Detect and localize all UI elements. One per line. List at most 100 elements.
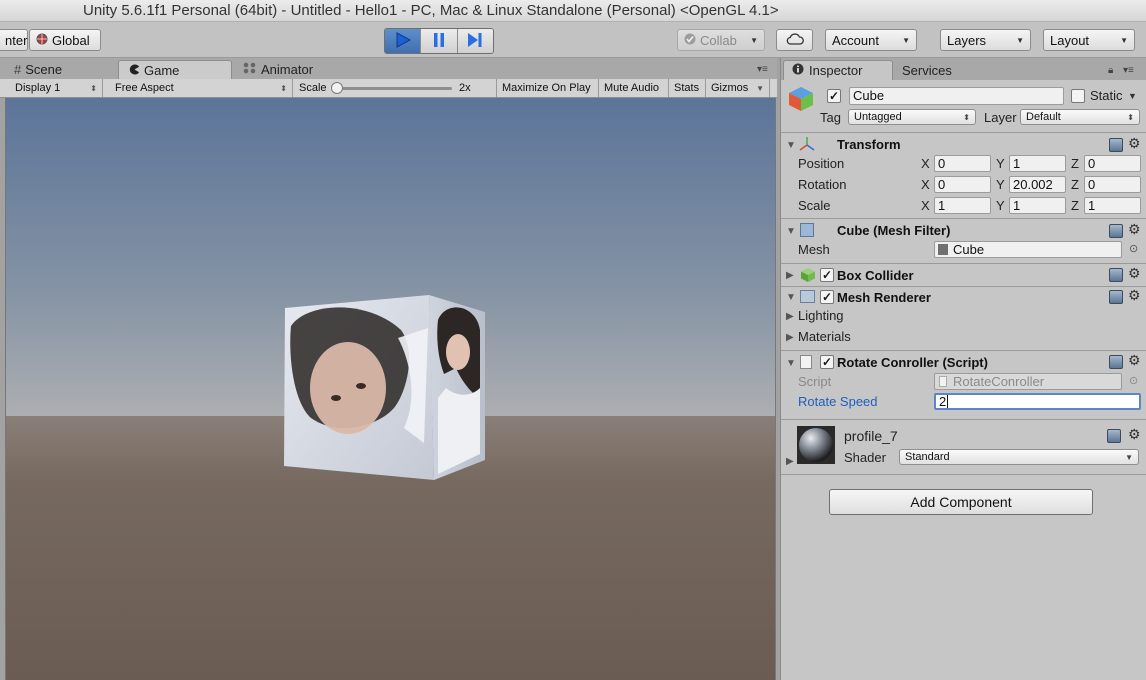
panel-menu-icon[interactable]: ▾≡ [1123,65,1134,76]
info-icon [792,63,804,78]
help-book-icon[interactable] [1109,268,1123,282]
transform-axes-icon [798,136,816,155]
tab-inspector[interactable]: Inspector [783,60,893,80]
transform-title: Transform [837,137,901,152]
axis-y-label: Y [996,177,1005,192]
mesh-field[interactable]: Cube [934,241,1122,258]
divider [781,218,1146,219]
materials-label[interactable]: Materials [798,329,851,344]
static-checkbox[interactable] [1071,89,1085,103]
account-dropdown[interactable]: Account ▼ [825,29,917,51]
pivot-toggle-label: nter [5,32,28,48]
box-collider-checkbox[interactable]: ✓ [820,268,834,282]
cloud-button[interactable] [776,29,813,51]
scale-z-field[interactable]: 1 [1084,197,1141,214]
rotation-x-field[interactable]: 0 [934,176,991,193]
rotation-y-field[interactable]: 20.002 [1009,176,1066,193]
globe-icon [36,33,48,48]
mute-label: Mute Audio [604,82,660,94]
foldout-arrow-icon[interactable]: ▶ [786,456,794,467]
foldout-arrow-icon[interactable]: ▼ [786,358,796,369]
shader-dropdown[interactable]: Standard ▼ [899,449,1139,465]
help-book-icon[interactable] [1109,290,1123,304]
rotate-speed-label: Rotate Speed [798,394,878,409]
collab-label: Collab [700,32,737,48]
position-x-field[interactable]: 0 [934,155,991,172]
divider [781,350,1146,351]
tab-animator[interactable]: Animator [233,60,343,79]
divider [781,286,1146,287]
pause-button[interactable] [421,29,458,53]
layer-dropdown[interactable]: Default ⬍ [1020,109,1140,125]
foldout-arrow-icon[interactable]: ▶ [786,311,794,322]
mesh-renderer-checkbox[interactable]: ✓ [820,290,834,304]
object-picker-icon[interactable]: ⊙ [1129,242,1138,255]
static-dropdown-arrow[interactable]: ▼ [1128,91,1137,101]
rotate-speed-field[interactable]: 2 [934,393,1141,410]
scale-slider-track[interactable] [334,87,452,90]
step-button[interactable] [457,29,493,53]
add-component-button[interactable]: Add Component [829,489,1093,515]
inspector-tabs: Inspector Services 🔒︎ ▾≡ [781,58,1146,80]
chevron-down-icon: ▼ [1016,35,1024,45]
object-name-field[interactable]: Cube [849,87,1064,105]
tag-dropdown[interactable]: Untagged ⬍ [848,109,976,125]
main-toolbar: nter Global Collab ▼ Account ▼ Layers ▼ … [0,22,1146,58]
gear-icon[interactable]: ⚙ [1128,352,1141,369]
position-y-field[interactable]: 1 [1009,155,1066,172]
mesh-filter-title: Cube (Mesh Filter) [837,223,951,238]
grid-icon: # [14,62,22,77]
scale-x-field[interactable]: 1 [934,197,991,214]
axis-z-label: Z [1071,198,1079,213]
layout-dropdown[interactable]: Layout ▼ [1043,29,1135,51]
foldout-arrow-icon[interactable]: ▶ [786,270,794,281]
tab-services[interactable]: Services [894,60,984,80]
global-toggle-button[interactable]: Global [29,29,101,51]
scale-value: 2x [459,82,471,94]
foldout-arrow-icon[interactable]: ▼ [786,226,796,237]
panel-menu-icon[interactable]: ▾≡ [757,64,768,75]
scale-label: Scale [798,198,831,213]
box-collider-title: Box Collider [837,268,914,283]
position-z-field[interactable]: 0 [1084,155,1141,172]
scale-y-field[interactable]: 1 [1009,197,1066,214]
lock-icon[interactable]: 🔒︎ [1108,65,1113,76]
tab-scene[interactable]: # Scene [4,60,114,79]
game-viewport[interactable] [5,98,776,680]
help-book-icon[interactable] [1107,429,1121,443]
collab-dropdown[interactable]: Collab ▼ [677,29,765,51]
help-book-icon[interactable] [1109,224,1123,238]
gizmos-dropdown[interactable]: Gizmos ▼ [706,79,770,97]
rotation-z-field[interactable]: 0 [1084,176,1141,193]
rotate-controller-checkbox[interactable]: ✓ [820,355,834,369]
foldout-arrow-icon[interactable]: ▶ [786,332,794,343]
help-book-icon[interactable] [1109,355,1123,369]
help-book-icon[interactable] [1109,138,1123,152]
scale-slider-thumb[interactable] [331,82,343,94]
tag-value: Untagged [854,111,902,123]
maximize-on-play-toggle[interactable]: Maximize On Play [497,79,599,97]
gear-icon[interactable]: ⚙ [1128,426,1141,443]
aspect-dropdown[interactable]: Free Aspect ⬍ [110,79,293,97]
foldout-arrow-icon[interactable]: ▼ [786,140,796,151]
foldout-arrow-icon[interactable]: ▼ [786,292,796,303]
mute-audio-toggle[interactable]: Mute Audio [599,79,669,97]
gear-icon[interactable]: ⚙ [1128,135,1141,152]
play-button[interactable] [385,29,422,53]
playback-controls [384,28,494,54]
tab-game[interactable]: Game [118,60,232,79]
gear-icon[interactable]: ⚙ [1128,287,1141,304]
gear-icon[interactable]: ⚙ [1128,221,1141,238]
stats-toggle[interactable]: Stats [669,79,706,97]
layers-dropdown[interactable]: Layers ▼ [940,29,1031,51]
active-checkbox[interactable]: ✓ [827,89,841,103]
pivot-toggle-button[interactable]: nter [0,29,28,51]
gear-icon[interactable]: ⚙ [1128,265,1141,282]
lighting-label[interactable]: Lighting [798,308,844,323]
chevron-down-icon: ▼ [1125,452,1133,462]
shader-label: Shader [844,450,886,465]
position-label: Position [798,156,845,171]
display-dropdown[interactable]: Display 1 ⬍ [10,79,103,97]
animator-icon [243,62,257,77]
divider [781,474,1146,475]
